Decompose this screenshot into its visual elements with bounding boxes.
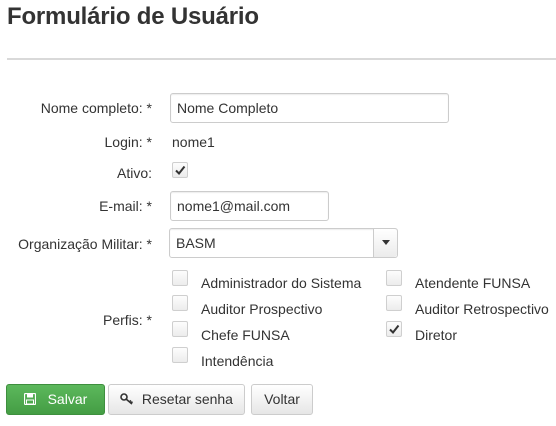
title-divider <box>7 58 556 60</box>
email-label: E-mail: * <box>99 198 152 214</box>
perfil-label-chefe-funsa: Chefe FUNSA <box>201 327 290 343</box>
reset-password-label: Resetar senha <box>141 391 233 407</box>
perfil-label-auditor-prospectivo: Auditor Prospectivo <box>201 301 323 317</box>
login-value: nome1 <box>172 134 215 150</box>
login-label: Login: * <box>104 134 152 150</box>
perfil-checkbox-administrador[interactable] <box>172 270 188 286</box>
checkmark-icon <box>175 165 186 176</box>
ativo-label: Ativo: <box>116 165 152 181</box>
select-dropdown-button[interactable] <box>373 229 397 257</box>
perfil-label-auditor-retrospectivo: Auditor Retrospectivo <box>415 301 549 317</box>
perfil-label-diretor: Diretor <box>415 327 458 343</box>
perfil-checkbox-diretor[interactable] <box>386 321 402 337</box>
perfil-checkbox-atendente[interactable] <box>386 270 402 286</box>
back-button[interactable]: Voltar <box>251 384 313 415</box>
save-button-label: Salvar <box>47 391 88 407</box>
key-icon <box>120 392 134 405</box>
perfil-checkbox-chefe-funsa[interactable] <box>172 321 188 337</box>
perfil-label-administrador: Administrador do Sistema <box>201 275 362 291</box>
organizacao-select[interactable]: BASM <box>169 228 398 258</box>
nome-completo-label: Nome completo: * <box>40 100 152 116</box>
caret-down-icon <box>382 240 390 245</box>
organizacao-selected-value: BASM <box>176 235 216 251</box>
email-input[interactable] <box>170 191 329 221</box>
reset-password-button[interactable]: Resetar senha <box>108 384 245 415</box>
floppy-disk-icon <box>23 392 36 405</box>
perfil-checkbox-intendencia[interactable] <box>172 347 188 363</box>
perfil-checkbox-auditor-prospectivo[interactable] <box>172 295 188 311</box>
ativo-checkbox[interactable] <box>172 162 188 178</box>
perfil-checkbox-auditor-retrospectivo[interactable] <box>386 295 402 311</box>
perfil-label-intendencia: Intendência <box>201 353 274 369</box>
organizacao-label: Organização Militar: * <box>18 236 152 252</box>
perfil-label-atendente: Atendente FUNSA <box>415 275 531 291</box>
perfis-label: Perfis: * <box>102 312 152 328</box>
page-title: Formulário de Usuário <box>7 3 259 30</box>
nome-completo-input[interactable] <box>170 93 449 123</box>
save-button[interactable]: Salvar <box>6 384 105 415</box>
checkmark-icon <box>389 324 400 335</box>
